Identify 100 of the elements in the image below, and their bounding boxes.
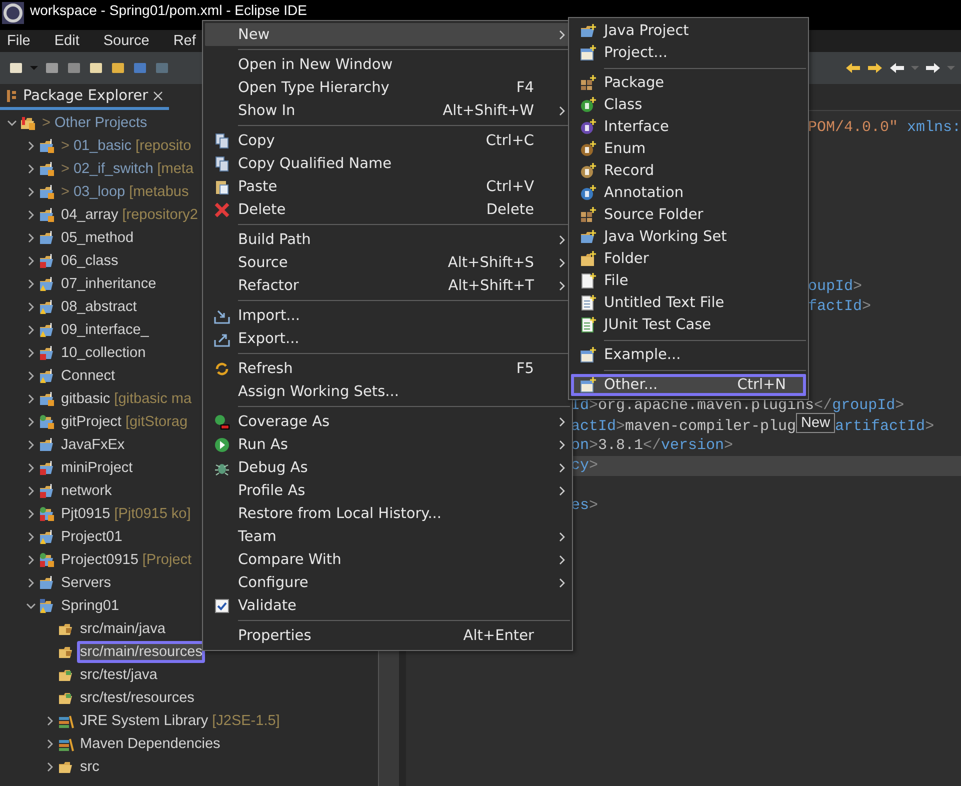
- tree-item[interactable]: src/test/java: [78, 664, 160, 684]
- menu-item[interactable]: Coverage As: [205, 410, 570, 433]
- chevron-icon[interactable]: [26, 302, 36, 312]
- tree-item[interactable]: 10_collection: [59, 342, 148, 362]
- tree-item[interactable]: miniProject: [59, 458, 135, 478]
- chevron-icon[interactable]: [45, 762, 55, 772]
- tree-item[interactable]: Spring01: [59, 596, 122, 616]
- menu-item[interactable]: File: [571, 270, 806, 292]
- menu-item[interactable]: Project...: [571, 42, 806, 64]
- menu-item[interactable]: Properties Alt+Enter: [205, 624, 570, 647]
- menu-item[interactable]: Debug As: [205, 456, 570, 479]
- menu-bar-item[interactable]: Edit: [54, 33, 80, 49]
- chevron-icon[interactable]: [26, 164, 36, 174]
- chevron-icon[interactable]: [26, 554, 36, 564]
- chevron-icon[interactable]: [26, 232, 36, 242]
- chevron-icon[interactable]: [26, 394, 36, 404]
- menu-item[interactable]: Assign Working Sets...: [205, 380, 570, 403]
- chevron-icon[interactable]: [26, 256, 36, 266]
- chevron-icon[interactable]: [26, 532, 36, 542]
- menu-item[interactable]: New: [205, 23, 570, 46]
- tree-item[interactable]: gitbasic [gitbasic ma: [59, 388, 194, 408]
- chevron-icon[interactable]: [26, 210, 36, 220]
- tree-item[interactable]: network: [59, 480, 114, 500]
- menu-item[interactable]: Source Folder: [571, 204, 806, 226]
- menu-item[interactable]: Other... Ctrl+N: [571, 374, 806, 396]
- menu-item[interactable]: Validate: [205, 594, 570, 617]
- menu-item[interactable]: Delete Delete: [205, 198, 570, 221]
- close-icon[interactable]: [153, 90, 164, 100]
- tree-item[interactable]: Project0915 [Project: [59, 550, 194, 570]
- menu-item[interactable]: Paste Ctrl+V: [205, 175, 570, 198]
- menu-item[interactable]: Annotation: [571, 182, 806, 204]
- chevron-icon[interactable]: [26, 486, 36, 496]
- menu-item[interactable]: Open Type Hierarchy F4: [205, 76, 570, 99]
- tree-item[interactable]: gitProject [gitStorag: [59, 412, 190, 432]
- tree-item[interactable]: Pjt0915 [Pjt0915 ko]: [59, 504, 193, 524]
- tree-item[interactable]: src: [78, 756, 102, 776]
- menu-item[interactable]: Copy Ctrl+C: [205, 129, 570, 152]
- menu-item[interactable]: Run As: [205, 433, 570, 456]
- menu-item[interactable]: Restore from Local History...: [205, 502, 570, 525]
- menu-item[interactable]: JUnit Test Case: [571, 314, 806, 336]
- tree-item[interactable]: Maven Dependencies: [78, 734, 222, 754]
- chevron-icon[interactable]: [26, 600, 36, 610]
- menu-item[interactable]: Package: [571, 72, 806, 94]
- tree-item[interactable]: 09_interface_: [59, 320, 151, 340]
- menu-bar-item[interactable]: File: [7, 33, 30, 49]
- back-edit-icon[interactable]: [845, 61, 861, 75]
- tree-item[interactable]: 04_array [repository2: [59, 204, 200, 224]
- menu-item[interactable]: Example...: [571, 344, 806, 366]
- chevron-icon[interactable]: [26, 440, 36, 450]
- menu-item[interactable]: Source Alt+Shift+S: [205, 251, 570, 274]
- tree-item[interactable]: > 01_basic [reposito: [59, 136, 194, 156]
- menu-item[interactable]: Configure: [205, 571, 570, 594]
- menu-item[interactable]: Folder: [571, 248, 806, 270]
- tree-item[interactable]: JRE System Library [J2SE-1.5]: [78, 710, 282, 730]
- menu-item[interactable]: Team: [205, 525, 570, 548]
- menu-item[interactable]: Java Working Set: [571, 226, 806, 248]
- tree-item[interactable]: > Other Projects: [40, 112, 150, 132]
- tree-item[interactable]: 06_class: [59, 250, 120, 270]
- chevron-icon[interactable]: [26, 278, 36, 288]
- tree-item[interactable]: Connect: [59, 366, 118, 386]
- back-icon[interactable]: [889, 61, 905, 75]
- chevron-icon[interactable]: [26, 416, 36, 426]
- chevron-icon[interactable]: [26, 324, 36, 334]
- menu-item[interactable]: Export...: [205, 327, 570, 350]
- tree-item[interactable]: Project01: [59, 526, 124, 546]
- chevron-icon[interactable]: [45, 738, 55, 748]
- chevron-icon[interactable]: [26, 370, 36, 380]
- tree-item[interactable]: src/main/java: [78, 618, 168, 638]
- chevron-icon[interactable]: [26, 140, 36, 150]
- menu-item[interactable]: Refactor Alt+Shift+T: [205, 274, 570, 297]
- menu-bar-item[interactable]: Source: [103, 33, 150, 49]
- chevron-icon[interactable]: [26, 186, 36, 196]
- menu-item[interactable]: Class: [571, 94, 806, 116]
- menu-item[interactable]: Build Path: [205, 228, 570, 251]
- tree-item[interactable]: src/test/resources: [78, 688, 196, 708]
- chevron-icon[interactable]: [26, 578, 36, 588]
- menu-item[interactable]: Record: [571, 160, 806, 182]
- chevron-icon[interactable]: [7, 118, 17, 128]
- tree-item[interactable]: 05_method: [59, 228, 136, 248]
- chevron-icon[interactable]: [26, 462, 36, 472]
- menu-item[interactable]: Copy Qualified Name: [205, 152, 570, 175]
- tree-item[interactable]: 07_inheritance: [59, 274, 158, 294]
- tree-item[interactable]: Servers: [59, 572, 113, 592]
- menu-item[interactable]: Show In Alt+Shift+W: [205, 99, 570, 122]
- menu-item[interactable]: Profile As: [205, 479, 570, 502]
- menu-item[interactable]: Untitled Text File: [571, 292, 806, 314]
- menu-item[interactable]: Enum: [571, 138, 806, 160]
- chevron-icon[interactable]: [45, 716, 55, 726]
- menu-bar-item[interactable]: Ref: [173, 33, 196, 49]
- tree-item[interactable]: src/main/resources: [78, 642, 204, 662]
- tree-item[interactable]: > 02_if_switch [meta: [59, 158, 196, 178]
- menu-item[interactable]: Java Project: [571, 20, 806, 42]
- tree-item[interactable]: 08_abstract: [59, 296, 139, 316]
- menu-item[interactable]: Compare With: [205, 548, 570, 571]
- tree-item[interactable]: > 03_loop [metabus: [59, 182, 191, 202]
- menu-item[interactable]: Interface: [571, 116, 806, 138]
- tree-item[interactable]: JavaFxEx: [59, 434, 127, 454]
- forward-icon[interactable]: [925, 61, 941, 75]
- menu-item[interactable]: Refresh F5: [205, 357, 570, 380]
- forward-edit-icon[interactable]: [867, 61, 883, 75]
